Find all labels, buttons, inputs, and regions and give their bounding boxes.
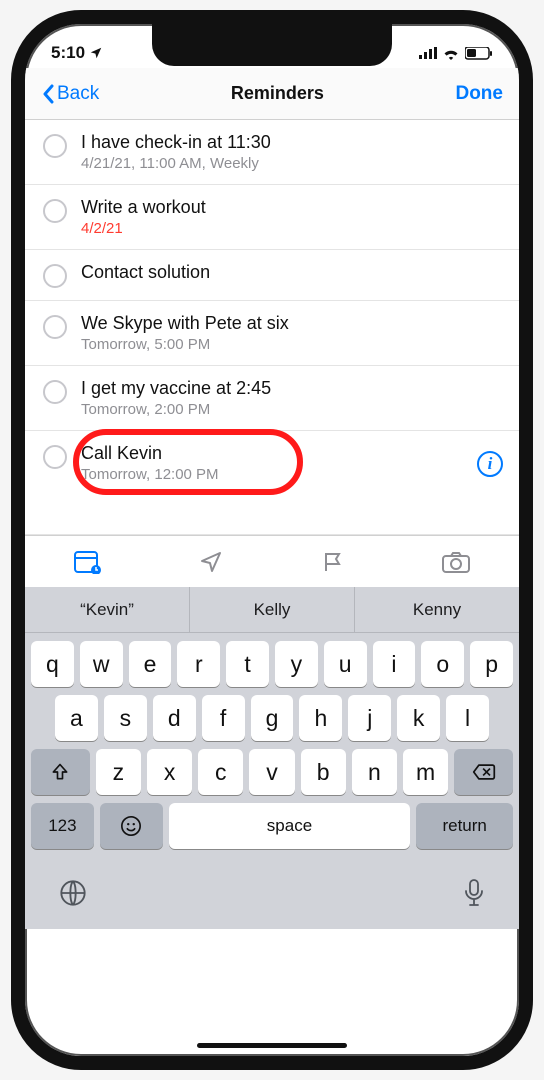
key-m[interactable]: m [403,749,448,795]
complete-toggle[interactable] [43,380,67,404]
reminder-title: I have check-in at 11:30 [81,132,503,153]
suggestion-bar: “Kevin” Kelly Kenny [25,587,519,633]
key-row-4: 123 space return [25,795,519,857]
key-b[interactable]: b [301,749,346,795]
quick-toolbar [25,535,519,587]
done-button[interactable]: Done [455,83,503,105]
key-n[interactable]: n [352,749,397,795]
key-w[interactable]: w [80,641,123,687]
suggestion[interactable]: Kelly [190,587,355,632]
location-services-icon [89,46,103,60]
key-e[interactable]: e [129,641,172,687]
key-d[interactable]: d [153,695,196,741]
key-g[interactable]: g [251,695,294,741]
complete-toggle[interactable] [43,134,67,158]
return-key[interactable]: return [416,803,513,849]
key-row-3: z x c v b n m [25,741,519,795]
reminder-row[interactable]: I have check-in at 11:30 4/21/21, 11:00 … [25,120,519,185]
reminder-title: Contact solution [81,262,503,283]
keyboard: “Kevin” Kelly Kenny q w e r t y u i o p … [25,587,519,929]
status-time: 5:10 [51,43,85,63]
key-a[interactable]: a [55,695,98,741]
wifi-icon [442,47,460,60]
key-u[interactable]: u [324,641,367,687]
key-k[interactable]: k [397,695,440,741]
reminder-row[interactable]: I get my vaccine at 2:45 Tomorrow, 2:00 … [25,366,519,431]
key-row-2: a s d f g h j k l [25,687,519,741]
reminder-row[interactable]: Call Kevin Tomorrow, 12:00 PM i [25,431,519,495]
key-p[interactable]: p [470,641,513,687]
key-v[interactable]: v [249,749,294,795]
nav-title: Reminders [231,83,324,104]
reminder-subtitle: Tomorrow, 5:00 PM [81,336,503,353]
complete-toggle[interactable] [43,199,67,223]
reminder-title: I get my vaccine at 2:45 [81,378,503,399]
calendar-button[interactable] [74,550,102,574]
reminder-row[interactable]: Contact solution [25,250,519,301]
key-x[interactable]: x [147,749,192,795]
key-row-1: q w e r t y u i o p [25,633,519,687]
reminder-subtitle: 4/2/21 [81,220,503,237]
reminder-row[interactable]: Write a workout 4/2/21 [25,185,519,250]
camera-button[interactable] [442,551,470,573]
key-j[interactable]: j [348,695,391,741]
keyboard-bottom [25,857,519,929]
notch [152,24,392,66]
key-z[interactable]: z [96,749,141,795]
complete-toggle[interactable] [43,445,67,469]
key-r[interactable]: r [177,641,220,687]
key-q[interactable]: q [31,641,74,687]
complete-toggle[interactable] [43,315,67,339]
complete-toggle[interactable] [43,264,67,288]
space-key[interactable]: space [169,803,411,849]
reminder-list: I have check-in at 11:30 4/21/21, 11:00 … [25,120,519,535]
reminder-title[interactable]: Call Kevin [81,443,463,464]
dictation-icon[interactable] [463,878,485,908]
flag-button[interactable] [321,550,345,574]
nav-bar: Back Reminders Done [25,68,519,120]
reminder-subtitle: 4/21/21, 11:00 AM, Weekly [81,155,503,172]
back-button[interactable]: Back [41,83,99,105]
globe-icon[interactable] [59,879,87,907]
phone-frame: 5:10 Back Reminders Done [11,10,533,1070]
key-i[interactable]: i [373,641,416,687]
home-indicator[interactable] [197,1043,347,1048]
reminder-title: We Skype with Pete at six [81,313,503,334]
reminder-title: Write a workout [81,197,503,218]
reminder-subtitle: Tomorrow, 12:00 PM [81,466,463,483]
reminder-subtitle: Tomorrow, 2:00 PM [81,401,503,418]
key-o[interactable]: o [421,641,464,687]
number-key[interactable]: 123 [31,803,94,849]
cell-signal-icon [419,47,437,59]
suggestion[interactable]: “Kevin” [25,587,190,632]
back-label: Back [57,83,99,105]
shift-key[interactable] [31,749,90,795]
chevron-left-icon [41,84,55,104]
key-t[interactable]: t [226,641,269,687]
empty-space [25,495,519,535]
key-c[interactable]: c [198,749,243,795]
battery-icon [465,47,493,60]
suggestion[interactable]: Kenny [355,587,519,632]
key-f[interactable]: f [202,695,245,741]
emoji-key[interactable] [100,803,163,849]
info-icon[interactable]: i [477,451,503,477]
reminder-row[interactable]: We Skype with Pete at six Tomorrow, 5:00… [25,301,519,366]
location-button[interactable] [199,550,223,574]
key-s[interactable]: s [104,695,147,741]
key-y[interactable]: y [275,641,318,687]
key-h[interactable]: h [299,695,342,741]
key-l[interactable]: l [446,695,489,741]
backspace-key[interactable] [454,749,513,795]
